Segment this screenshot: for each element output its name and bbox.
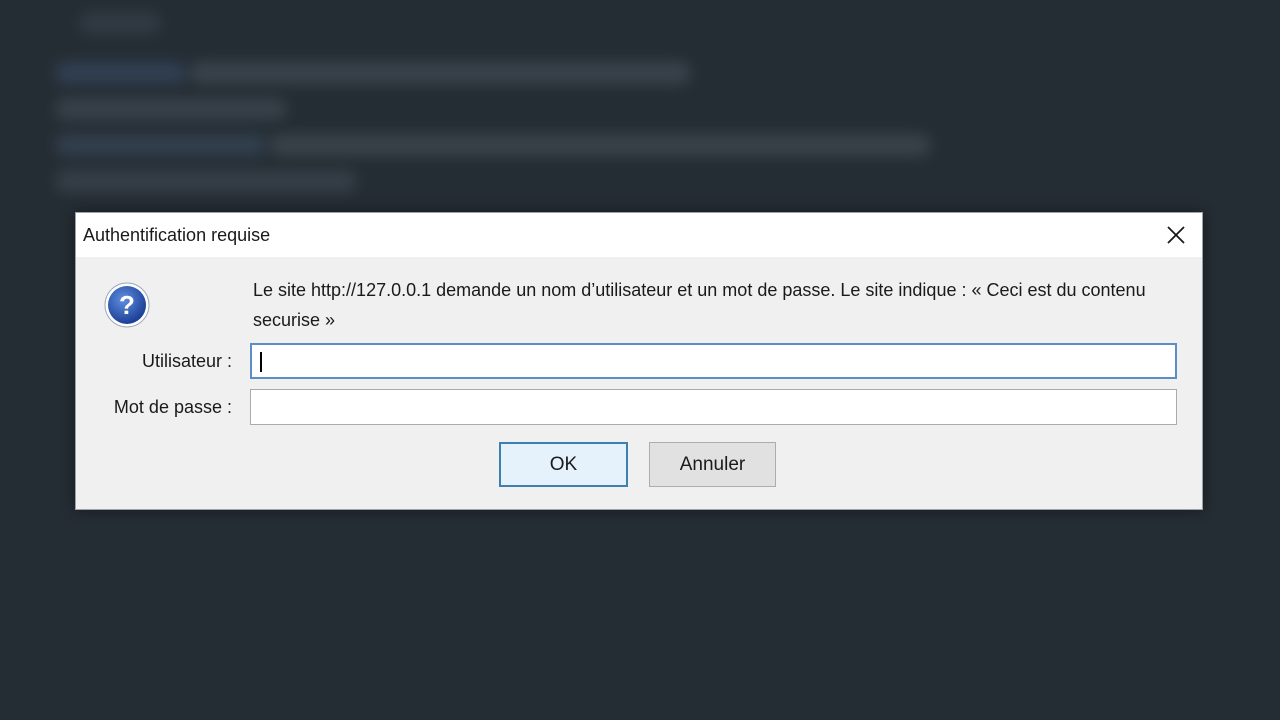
close-icon bbox=[1167, 226, 1185, 244]
blurred-text-line bbox=[56, 62, 186, 84]
blurred-text-line bbox=[56, 134, 266, 156]
blurred-text-line bbox=[80, 12, 160, 34]
blurred-text-line bbox=[270, 134, 930, 156]
dialog-title: Authentification requise bbox=[83, 225, 271, 245]
text-cursor bbox=[260, 352, 262, 372]
close-button[interactable] bbox=[1158, 219, 1194, 251]
dialog-message: Le site http://127.0.0.1 demande un nom … bbox=[253, 280, 1146, 330]
username-label: Utilisateur : bbox=[141, 351, 232, 371]
dialog-titlebar: Authentification requise bbox=[76, 213, 1202, 257]
cancel-button[interactable]: Annuler bbox=[649, 442, 776, 487]
svg-text:?: ? bbox=[119, 290, 135, 320]
ok-button[interactable]: OK bbox=[499, 442, 628, 487]
blurred-text-line bbox=[190, 62, 690, 84]
auth-dialog: Authentification requise ? Le site http:… bbox=[75, 212, 1203, 510]
password-label: Mot de passe : bbox=[113, 397, 232, 417]
password-input[interactable] bbox=[250, 389, 1177, 425]
username-input[interactable] bbox=[250, 343, 1177, 379]
question-icon: ? bbox=[104, 282, 150, 328]
blurred-text-line bbox=[56, 98, 286, 120]
blurred-text-line bbox=[56, 170, 356, 192]
